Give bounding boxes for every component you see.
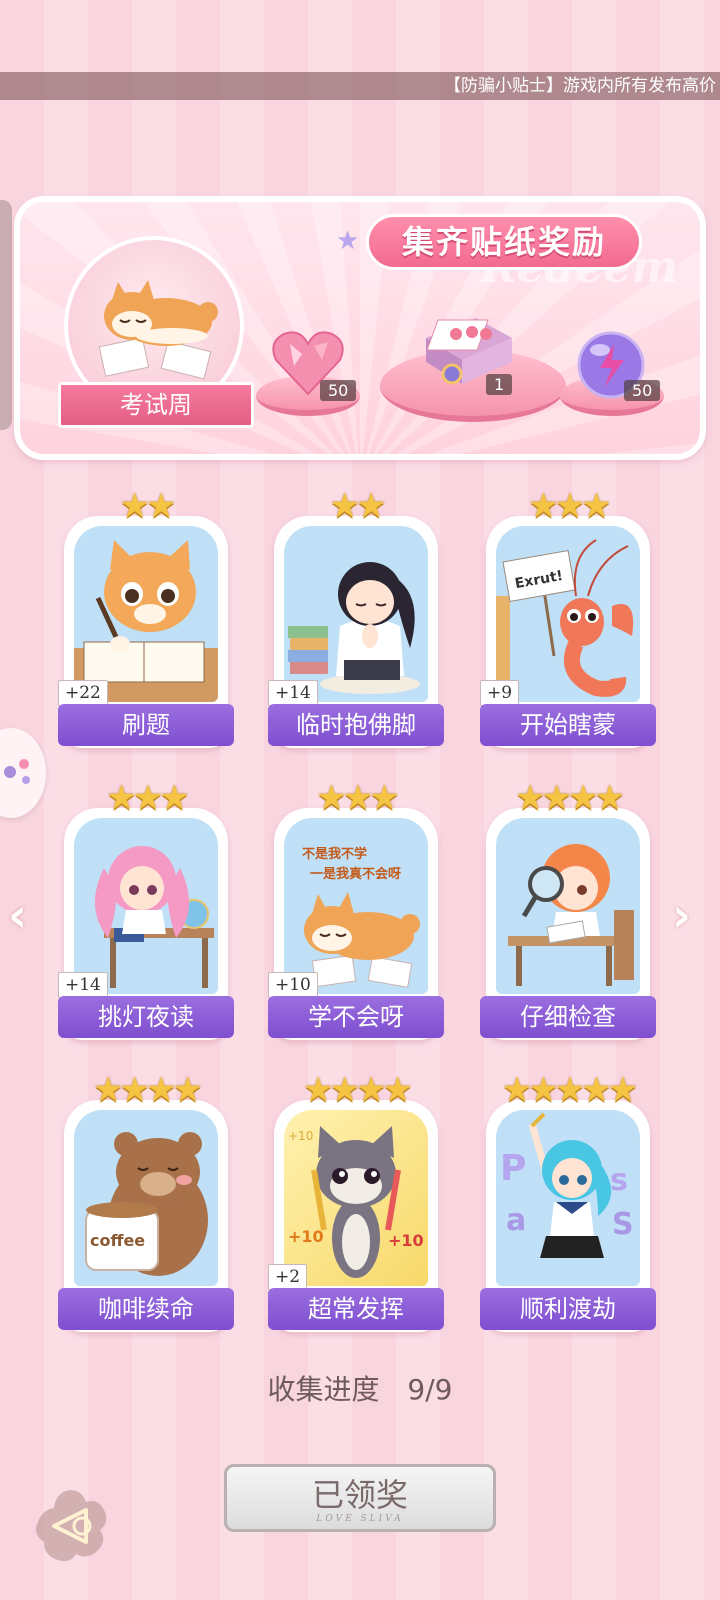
bear-coffee-icon: coffee bbox=[85, 1132, 208, 1276]
bonus-badge: +9 bbox=[480, 680, 520, 706]
shrimp-sign-icon: Exrut! bbox=[496, 539, 634, 697]
card-title: 仔细检查 bbox=[480, 996, 656, 1038]
side-bubble-button[interactable] bbox=[0, 728, 46, 818]
letter-a-icon: a bbox=[506, 1203, 526, 1238]
girl-magnifier-icon bbox=[508, 844, 634, 986]
star-rating-icon: ★★★★ bbox=[515, 778, 625, 818]
card-title: 咖啡续命 bbox=[58, 1288, 234, 1330]
sticker-art: Exrut! bbox=[496, 526, 640, 702]
star-rating-icon: ★★★ bbox=[106, 778, 189, 818]
bonus-badge: +10 bbox=[268, 972, 318, 998]
star-rating-icon: ★★★ bbox=[316, 778, 399, 818]
blue-girl-letters-icon: P a s S bbox=[500, 1112, 634, 1258]
card-title: 开始瞎蒙 bbox=[480, 704, 656, 746]
sticker-card[interactable]: ★★★★ +10 +10 +10 +2 超常发挥 bbox=[268, 1070, 444, 1332]
sticker-art: 不是我不学 一是我真不会呀 bbox=[284, 818, 428, 994]
art-caption: 一是我真不会呀 bbox=[310, 866, 401, 882]
back-icon[interactable] bbox=[30, 1486, 110, 1566]
card-title: 超常发挥 bbox=[268, 1288, 444, 1330]
collection-progress: 收集进度 9/9 bbox=[0, 1368, 720, 1408]
claimed-button[interactable]: 已领奖 LOVE SLIVA bbox=[224, 1464, 496, 1532]
next-arrow-icon[interactable]: › bbox=[672, 888, 691, 942]
bonus-badge: +2 bbox=[268, 1264, 308, 1290]
claimed-button-label: 已领奖 bbox=[311, 1476, 408, 1514]
girl-praying-books-icon bbox=[288, 562, 420, 694]
bonus-badge: +22 bbox=[58, 680, 108, 706]
art-caption: +10 bbox=[288, 1129, 313, 1143]
letter-p-icon: P bbox=[500, 1148, 526, 1189]
shiba-lying-icon: 不是我不学 一是我真不会呀 bbox=[302, 846, 420, 988]
card-title: 顺利渡劫 bbox=[480, 1288, 656, 1330]
sticker-card[interactable]: ★★ +22 刷题 bbox=[58, 486, 234, 748]
sticker-card[interactable]: ★★★ Exrut! +9 开始瞎蒙 bbox=[480, 486, 656, 748]
art-caption: +10 bbox=[388, 1231, 424, 1250]
art-caption: 不是我不学 bbox=[302, 846, 367, 862]
star-rating-icon: ★★ bbox=[329, 486, 387, 526]
art-caption: coffee bbox=[90, 1231, 145, 1250]
left-drawer-tab[interactable] bbox=[0, 200, 12, 430]
star-rating-icon: ★★ bbox=[119, 486, 177, 526]
reward-count: 50 bbox=[320, 380, 357, 401]
card-title: 挑灯夜读 bbox=[58, 996, 234, 1038]
ticker-text: 【防骗小贴士】游戏内所有发布高价 bbox=[444, 76, 716, 96]
star-rating-icon: ★★★★ bbox=[93, 1070, 203, 1110]
card-title: 刷题 bbox=[58, 704, 234, 746]
theme-label: 考试周 bbox=[58, 382, 254, 428]
star-rating-icon: ★★★ bbox=[528, 486, 611, 526]
sticker-art: +10 +10 +10 bbox=[284, 1110, 428, 1286]
sticker-card[interactable]: ★★★★★ P a s S 顺利渡劫 bbox=[480, 1070, 656, 1332]
sticker-art bbox=[74, 526, 218, 702]
art-caption: +10 bbox=[288, 1227, 324, 1246]
progress-value: 9/9 bbox=[407, 1373, 453, 1406]
card-title: 学不会呀 bbox=[268, 996, 444, 1038]
letter-s-icon: s bbox=[610, 1163, 628, 1198]
star-icon: ★ bbox=[336, 226, 360, 256]
claimed-button-subtext: LOVE SLIVA bbox=[316, 1514, 404, 1524]
sticker-card[interactable]: ★★★★ coffee 咖啡续命 bbox=[58, 1070, 234, 1332]
star-rating-icon: ★★★★★ bbox=[501, 1070, 638, 1110]
pink-girl-desk-icon bbox=[94, 846, 214, 988]
sticker-art: P a s S bbox=[496, 1110, 640, 1286]
star-rating-icon: ★★★★ bbox=[303, 1070, 413, 1110]
cat-pencils-icon: +10 +10 +10 bbox=[288, 1126, 424, 1278]
reward-count: 1 bbox=[486, 374, 513, 395]
previous-arrow-icon[interactable]: ‹ bbox=[8, 888, 27, 942]
letter-s-icon: S bbox=[612, 1207, 634, 1242]
banner-title: 集齐贴纸奖励 bbox=[366, 214, 642, 270]
sticker-art bbox=[74, 818, 218, 994]
sticker-card[interactable]: ★★★ 不是我不学 一是我真不会呀 +10 学不会呀 bbox=[268, 778, 444, 1040]
paint-splash-icon bbox=[4, 759, 30, 784]
bonus-badge: +14 bbox=[268, 680, 318, 706]
anti-fraud-ticker: 【防骗小贴士】游戏内所有发布高价 bbox=[0, 72, 720, 100]
sticker-art bbox=[496, 818, 640, 994]
sticker-art: coffee bbox=[74, 1110, 218, 1286]
reward-banner: Redeem ★ ★ 集齐贴纸奖励 考试周 50 1 bbox=[14, 196, 706, 460]
reward-count: 50 bbox=[624, 380, 661, 401]
sticker-card[interactable]: ★★ +14 临时抱佛脚 bbox=[268, 486, 444, 748]
sticker-card[interactable]: ★★★★ 仔细检查 bbox=[480, 778, 656, 1040]
bonus-badge: +14 bbox=[58, 972, 108, 998]
sticker-card[interactable]: ★★★ +14 挑灯夜读 bbox=[58, 778, 234, 1040]
orange-cat-writing-icon bbox=[74, 540, 218, 702]
progress-label: 收集进度 bbox=[267, 1373, 380, 1406]
sticker-art bbox=[284, 526, 428, 702]
card-title: 临时抱佛脚 bbox=[268, 704, 444, 746]
